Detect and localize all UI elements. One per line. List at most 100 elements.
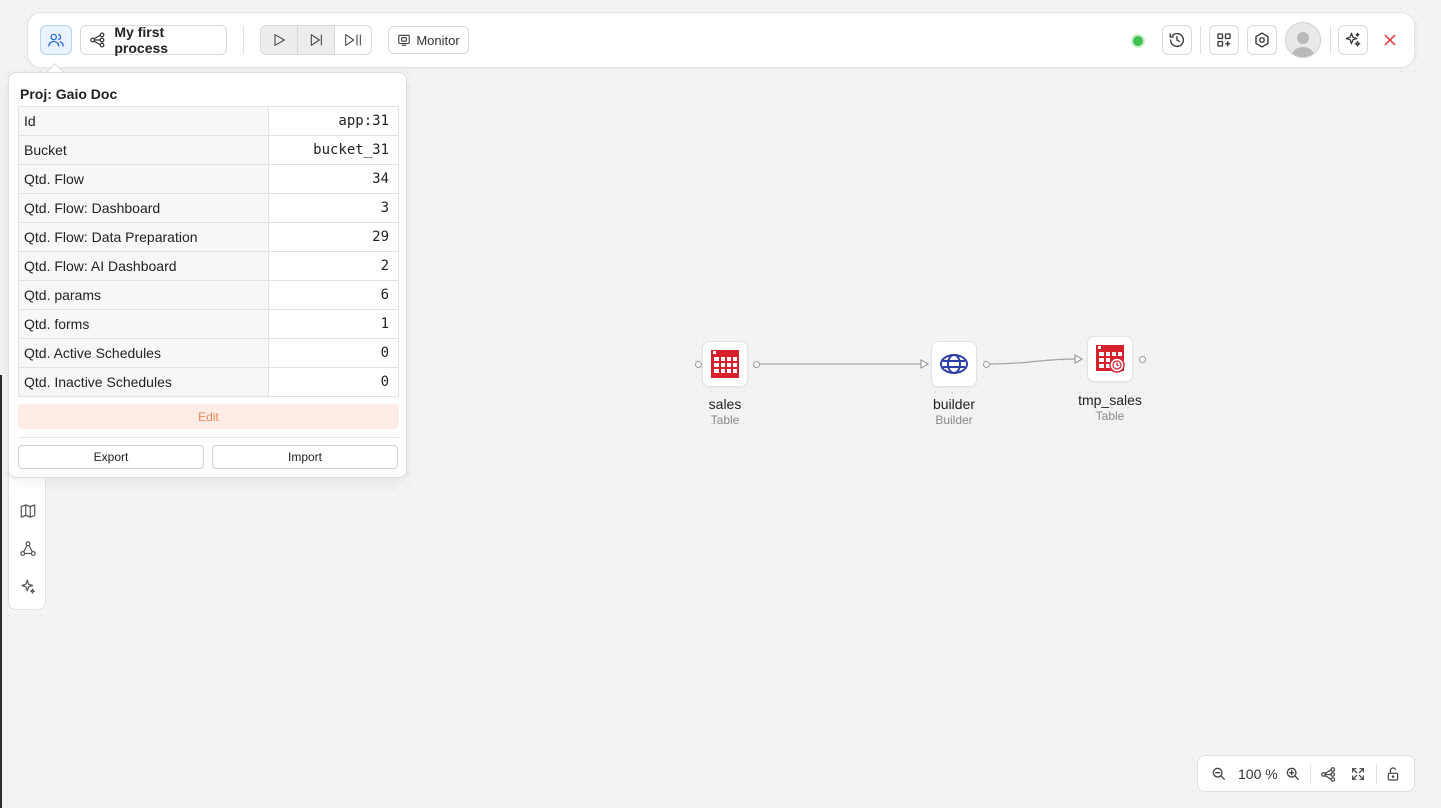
node-type: Table	[1095, 409, 1125, 423]
close-button[interactable]	[1378, 28, 1402, 52]
project-info-popover: Proj: Gaio Doc Id app:31 Bucket bucket_31 …	[8, 72, 407, 478]
row-key: Qtd. Flow: Data Preparation	[18, 222, 269, 252]
toolbar-divider	[1200, 26, 1201, 54]
toolbar-divider	[243, 26, 244, 54]
row-key: Qtd. Inactive Schedules	[18, 367, 269, 397]
zoom-level: 100 %	[1238, 766, 1278, 782]
table-icon	[711, 350, 739, 378]
fullscreen-icon	[1352, 768, 1364, 780]
row-value: 1	[268, 309, 399, 339]
zoom-out-button[interactable]	[1209, 764, 1229, 784]
apps-add-icon	[1217, 33, 1231, 47]
flow-node-builder[interactable]: builder Builder	[931, 341, 977, 427]
apps-button[interactable]	[1209, 25, 1239, 55]
process-selector-button[interactable]: My first process	[80, 24, 227, 56]
project-info-table: Id app:31 Bucket bucket_31 Qtd. Flow 34 Qtd…	[18, 106, 399, 397]
row-key: Bucket	[18, 135, 269, 165]
table-row: Qtd. Flow 34	[18, 164, 399, 194]
row-key: Qtd. Active Schedules	[18, 338, 269, 368]
edge-arrow-1	[920, 359, 930, 369]
popover-title: Proj: Gaio Doc	[20, 86, 118, 102]
run-button[interactable]	[261, 26, 298, 54]
row-value: 0	[268, 367, 399, 397]
connection-status-indicator	[1133, 36, 1143, 46]
row-value: 2	[268, 251, 399, 281]
table-row: Qtd. Inactive Schedules 0	[18, 367, 399, 397]
user-avatar[interactable]	[1285, 22, 1321, 58]
settings-button[interactable]	[1247, 25, 1277, 55]
monitor-label: Monitor	[416, 32, 460, 48]
auto-layout-button[interactable]	[1318, 764, 1338, 784]
row-value: 3	[268, 193, 399, 223]
row-value: bucket_31	[268, 135, 399, 165]
edit-project-button[interactable]: Edit	[18, 404, 399, 429]
edge-arrow-2	[1074, 354, 1084, 364]
play-pause-icon	[345, 34, 361, 46]
builder-icon	[940, 354, 968, 374]
history-button[interactable]	[1162, 25, 1192, 55]
zoom-divider	[1310, 764, 1311, 784]
flow-icon	[90, 32, 105, 48]
row-key: Qtd. forms	[18, 309, 269, 339]
import-button[interactable]: Import	[212, 445, 398, 469]
temp-table-icon	[1096, 345, 1125, 373]
flow-node-sales[interactable]: sales Table	[702, 341, 748, 427]
node-type: Builder	[935, 413, 973, 427]
node-name: sales	[708, 396, 742, 412]
ai-tools-button[interactable]	[18, 577, 38, 597]
graph-button[interactable]	[18, 539, 38, 559]
output-port[interactable]	[983, 361, 990, 368]
row-key: Id	[18, 106, 269, 136]
ai-assistant-button[interactable]	[1338, 25, 1368, 55]
output-port[interactable]	[753, 361, 760, 368]
project-users-icon	[48, 33, 64, 47]
sparkle-icon	[21, 579, 35, 594]
table-row: Qtd. Flow: Data Preparation 29	[18, 222, 399, 252]
close-icon	[1384, 34, 1396, 46]
project-info-button[interactable]	[40, 25, 72, 55]
node-name: tmp_sales	[1078, 392, 1142, 408]
table-row: Bucket bucket_31	[18, 135, 399, 165]
row-value: 6	[268, 280, 399, 310]
node-type: Table	[710, 413, 740, 427]
zoom-in-icon	[1286, 767, 1299, 780]
graph-nodes-icon	[20, 541, 36, 556]
row-key: Qtd. params	[18, 280, 269, 310]
toolbar-divider	[1330, 26, 1331, 54]
lock-canvas-button[interactable]	[1383, 764, 1403, 784]
map-icon	[20, 504, 36, 518]
export-button[interactable]: Export	[18, 445, 204, 469]
flow-node-tmp-sales[interactable]: tmp_sales Table	[1078, 336, 1142, 423]
zoom-controls: 100 %	[1197, 755, 1415, 792]
table-row: Qtd. forms 1	[18, 309, 399, 339]
table-row: Qtd. Flow: Dashboard 3	[18, 193, 399, 223]
play-icon	[274, 34, 285, 46]
window-edge	[0, 375, 2, 808]
row-value: 34	[268, 164, 399, 194]
row-key: Qtd. Flow	[18, 164, 269, 194]
zoom-divider	[1376, 764, 1377, 784]
monitor-button[interactable]: Monitor	[388, 26, 469, 54]
output-port[interactable]	[1139, 356, 1146, 363]
fit-view-button[interactable]	[1348, 764, 1368, 784]
monitor-icon	[398, 34, 411, 46]
step-button[interactable]	[298, 26, 335, 54]
unlock-icon	[1387, 767, 1399, 781]
history-icon	[1169, 33, 1185, 48]
table-row: Qtd. Flow: AI Dashboard 2	[18, 251, 399, 281]
settings-icon	[1255, 32, 1269, 48]
process-name: My first process	[114, 24, 169, 56]
map-button[interactable]	[18, 501, 38, 521]
row-value: 0	[268, 338, 399, 368]
zoom-in-button[interactable]	[1283, 764, 1303, 784]
ai-sparkle-icon	[1345, 32, 1361, 47]
input-port[interactable]	[695, 361, 702, 368]
popover-divider	[18, 437, 399, 438]
node-icon-box	[1087, 336, 1133, 382]
table-row: Id app:31	[18, 106, 399, 136]
row-key: Qtd. Flow: AI Dashboard	[18, 251, 269, 281]
run-from-button[interactable]	[335, 26, 371, 54]
node-icon-box	[702, 341, 748, 387]
run-controls	[260, 25, 372, 55]
edge-builder-tmp	[989, 358, 1076, 365]
